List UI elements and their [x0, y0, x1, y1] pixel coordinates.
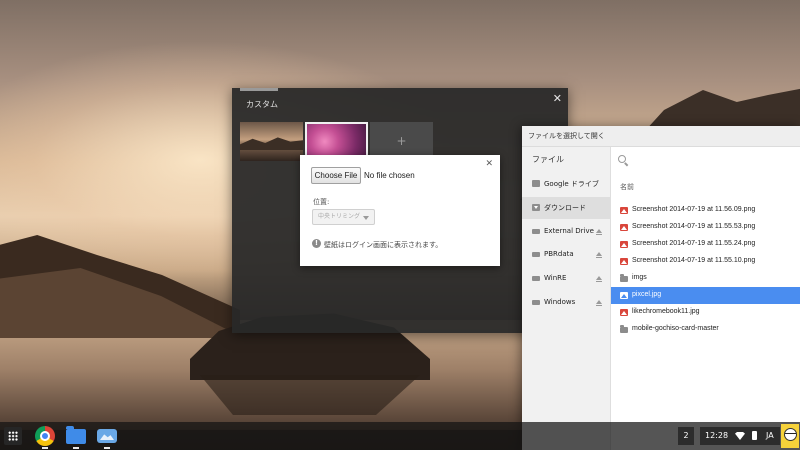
- choose-file-button[interactable]: Choose File: [311, 167, 361, 184]
- running-app-indicator: [104, 447, 110, 449]
- nav-item-google-drive[interactable]: Google ドライブ: [522, 173, 610, 195]
- folder-icon: [620, 325, 628, 333]
- eject-icon[interactable]: [596, 229, 602, 235]
- download-folder-icon: [532, 204, 540, 211]
- name-column-header[interactable]: 名前: [620, 182, 634, 192]
- position-select-value: 中央トリミング: [318, 213, 361, 220]
- app-launcher-button[interactable]: [4, 427, 22, 445]
- folder-row[interactable]: mobile-gochiso-card-master: [611, 321, 800, 338]
- image-file-icon: [620, 224, 628, 231]
- custom-wallpaper-dialog: ✕ Choose File No file chosen 位置: 中央トリミング…: [300, 155, 500, 266]
- user-avatar[interactable]: [781, 424, 799, 448]
- drive-icon: [532, 229, 540, 234]
- file-row[interactable]: Screenshot 2014-07-19 at 11.55.10.png: [611, 253, 800, 270]
- nav-item-label: PBRdata: [544, 250, 574, 258]
- nav-item-label: ダウンロード: [544, 204, 586, 212]
- close-dialog-button[interactable]: ✕: [485, 159, 493, 169]
- status-tray[interactable]: 12:28 JA: [700, 427, 780, 445]
- file-picker-title: ファイルを選択して開く: [528, 132, 605, 140]
- file-name: likechromebook11.jpg: [632, 308, 700, 315]
- running-app-indicator: [73, 447, 79, 449]
- wifi-icon: [735, 432, 745, 440]
- nav-item-winre[interactable]: WinRE: [522, 268, 610, 290]
- position-select[interactable]: 中央トリミング: [312, 209, 375, 225]
- nav-item-external-drive[interactable]: External Drive: [522, 221, 610, 243]
- file-picker-titlebar: ファイルを選択して開く: [522, 126, 800, 147]
- file-name: mobile-gochiso-card-master: [632, 325, 719, 332]
- nav-item-windows[interactable]: Windows: [522, 292, 610, 314]
- category-tab-indicator: [240, 88, 278, 91]
- image-file-icon: [620, 292, 628, 299]
- file-row[interactable]: likechromebook11.jpg: [611, 304, 800, 321]
- thumbnail-landscape: [240, 137, 303, 150]
- grid-icon: [8, 431, 18, 441]
- file-row[interactable]: Screenshot 2014-07-19 at 11.55.53.png: [611, 219, 800, 236]
- image-file-icon: [620, 258, 628, 265]
- nav-item-label: WinRE: [544, 274, 567, 282]
- eject-icon[interactable]: [596, 252, 602, 258]
- nav-item-pbrdata[interactable]: PBRdata: [522, 244, 610, 266]
- image-file-icon: [620, 241, 628, 248]
- wallpaper-thumbnail[interactable]: [240, 122, 303, 161]
- notification-count-badge[interactable]: 2: [678, 427, 694, 445]
- search-icon[interactable]: [618, 155, 629, 167]
- file-picker-dialog: ファイルを選択して開く ファイル Google ドライブ ダウンロード Exte…: [522, 126, 800, 450]
- running-app-indicator: [42, 447, 48, 449]
- image-file-icon: [620, 207, 628, 214]
- eject-icon[interactable]: [596, 276, 602, 282]
- sidebar-title: ファイル: [532, 155, 564, 164]
- folder-icon: [620, 274, 628, 282]
- file-row[interactable]: Screenshot 2014-07-19 at 11.55.24.png: [611, 236, 800, 253]
- eject-icon[interactable]: [596, 300, 602, 306]
- image-file-icon: [620, 309, 628, 316]
- dropdown-caret-icon: [363, 216, 369, 220]
- clock: 12:28: [705, 431, 729, 440]
- nav-item-label: External Drive: [544, 227, 594, 235]
- drive-icon: [532, 276, 540, 281]
- file-name: Screenshot 2014-07-19 at 11.55.53.png: [632, 223, 756, 230]
- nav-item-downloads[interactable]: ダウンロード: [522, 197, 610, 219]
- nav-item-label: Windows: [544, 298, 576, 306]
- file-row-selected[interactable]: pixcel.jpg: [611, 287, 800, 304]
- file-picker-sidebar: ファイル Google ドライブ ダウンロード External Drive P…: [522, 147, 611, 450]
- file-status-text: No file chosen: [364, 171, 415, 180]
- folder-row[interactable]: imgs: [611, 270, 800, 287]
- category-title: カスタム: [246, 100, 278, 109]
- drive-icon: [532, 252, 540, 257]
- avatar-glasses: [785, 433, 796, 437]
- file-name: pixcel.jpg: [632, 291, 662, 298]
- info-text: 壁紙はログイン画面に表示されます。: [324, 241, 443, 249]
- files-app-icon[interactable]: [66, 426, 86, 444]
- file-name: Screenshot 2014-07-19 at 11.55.24.png: [632, 240, 756, 247]
- wallpaper-app-icon[interactable]: [97, 429, 117, 443]
- position-label: 位置:: [313, 198, 330, 206]
- google-drive-icon: [532, 180, 540, 187]
- battery-icon: [752, 431, 757, 440]
- input-method-indicator: JA: [766, 431, 774, 440]
- file-name: Screenshot 2014-07-19 at 11.55.10.png: [632, 257, 756, 264]
- chrome-browser-icon[interactable]: [35, 426, 55, 446]
- file-name: imgs: [632, 274, 647, 281]
- file-name: Screenshot 2014-07-19 at 11.56.09.png: [632, 206, 756, 213]
- drive-icon: [532, 300, 540, 305]
- search-handle: [624, 162, 629, 167]
- file-row[interactable]: Screenshot 2014-07-19 at 11.56.09.png: [611, 202, 800, 219]
- shelf: 2 12:28 JA: [0, 422, 800, 450]
- close-window-button[interactable]: ✕: [553, 92, 562, 105]
- nav-item-label: Google ドライブ: [544, 180, 599, 188]
- info-icon: !: [312, 239, 321, 248]
